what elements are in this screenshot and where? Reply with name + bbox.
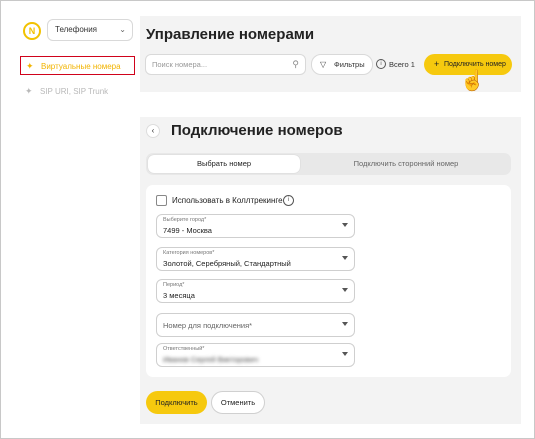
tab-choose-number[interactable]: Выбрать номер — [148, 155, 300, 173]
dropdown-arrow-icon — [342, 256, 348, 260]
period-label: Период* — [163, 282, 185, 288]
connect-numbers-panel: ‹ Подключение номеров Выбрать номер Подк… — [140, 117, 521, 424]
city-value: 7499 - Москва — [163, 226, 212, 235]
responsible-value: Иванов Сергей Викторович — [163, 355, 259, 364]
city-select[interactable]: Выберите город* 7499 - Москва — [156, 214, 355, 238]
sidebar-item-label: SIP URI, SIP Trunk — [40, 87, 109, 96]
calltracking-checkbox[interactable] — [156, 195, 167, 206]
connect-form: Использовать в Коллтрекинге i Выберите г… — [146, 185, 511, 377]
page-title: Управление номерами — [146, 26, 315, 43]
sidebar-item-virtual-numbers[interactable]: ✦ Виртуальные номера — [20, 56, 135, 75]
category-label: Категория номеров* — [163, 250, 215, 256]
search-placeholder: Поиск номера... — [152, 60, 208, 69]
dropdown-arrow-icon — [342, 322, 348, 326]
dropdown-arrow-icon — [342, 352, 348, 356]
hand-cursor-icon: ☝ — [460, 70, 485, 92]
submit-button[interactable]: Подключить — [146, 391, 207, 414]
calltracking-label: Использовать в Коллтрекинге — [172, 196, 283, 205]
tab-connect-external-number[interactable]: Подключить сторонний номер — [306, 155, 506, 173]
period-select[interactable]: Период* 3 месяца — [156, 279, 355, 303]
dropdown-arrow-icon — [342, 288, 348, 292]
sidebar-item-sip-trunk[interactable]: ✦ SIP URI, SIP Trunk — [20, 82, 108, 101]
app-window: N Телефония ⌄ ✦ Виртуальные номера ✦ SIP… — [0, 0, 535, 439]
panel-title: Подключение номеров — [171, 122, 343, 139]
category-value: Золотой, Серебряный, Стандартный — [163, 259, 291, 268]
total-counter: i Всего 1 — [376, 54, 415, 75]
period-value: 3 месяца — [163, 291, 195, 300]
filter-icon: ▽ — [320, 60, 327, 69]
sidebar: N Телефония ⌄ ✦ Виртуальные номера ✦ SIP… — [2, 2, 140, 438]
number-select[interactable]: Номер для подключения* — [156, 313, 355, 337]
info-icon: i — [376, 59, 386, 69]
back-button[interactable]: ‹ — [146, 124, 160, 138]
sidebar-item-label: Виртуальные номера — [41, 62, 121, 71]
sparkle-icon: ✦ — [25, 86, 33, 96]
connect-number-label: Подключить номер — [444, 61, 506, 68]
responsible-select[interactable]: Ответственный* Иванов Сергей Викторович — [156, 343, 355, 367]
tabs: Выбрать номер Подключить сторонний номер — [146, 153, 511, 175]
chevron-down-icon: ⌄ — [119, 25, 126, 34]
filters-label: Фильтры — [334, 60, 365, 69]
category-select[interactable]: Категория номеров* Золотой, Серебряный, … — [156, 247, 355, 271]
info-icon[interactable]: i — [283, 195, 294, 206]
plus-icon: + — [434, 59, 440, 69]
product-select-value: Телефония — [55, 25, 97, 34]
chevron-left-icon: ‹ — [151, 126, 155, 135]
product-select[interactable]: Телефония ⌄ — [47, 19, 133, 41]
number-placeholder: Номер для подключения* — [163, 321, 253, 330]
cancel-button[interactable]: Отменить — [211, 391, 265, 414]
city-label: Выберите город* — [163, 217, 207, 223]
phone-sparkle-icon: ✦ — [26, 61, 34, 71]
search-input[interactable]: Поиск номера... ⚲ — [145, 54, 306, 75]
responsible-label: Ответственный* — [163, 346, 205, 352]
dropdown-arrow-icon — [342, 223, 348, 227]
logo-icon: N — [23, 22, 41, 40]
filters-button[interactable]: ▽ Фильтры — [311, 54, 373, 75]
search-icon: ⚲ — [292, 59, 299, 69]
total-label: Всего 1 — [389, 60, 415, 69]
